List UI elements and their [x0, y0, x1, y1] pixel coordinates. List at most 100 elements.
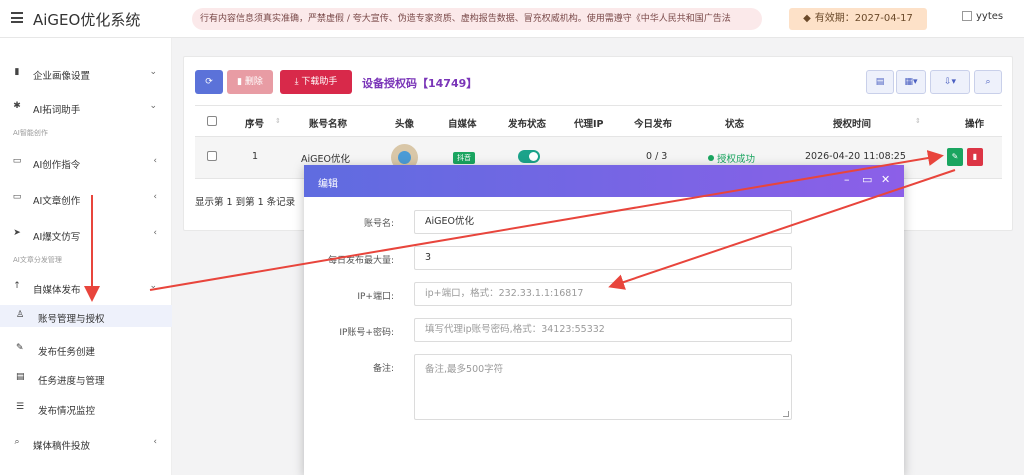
- credentials-field[interactable]: 填写代理ip账号密码,格式：34123:55332: [414, 318, 792, 342]
- column-header[interactable]: 授权时间: [833, 116, 871, 130]
- edit-button[interactable]: ✎: [947, 148, 963, 166]
- column-header[interactable]: 序号: [245, 116, 264, 130]
- modal-header: 编辑 – ▭ ✕: [304, 165, 904, 197]
- export-icon: ⇩▾: [943, 77, 957, 87]
- ip-port-label: IP+端口:: [357, 292, 394, 302]
- page-title: 设备授权码【14749】: [362, 77, 478, 90]
- avatar: [962, 11, 972, 21]
- sidebar-child-task-progress[interactable]: ▤ 任务进度与管理: [0, 367, 172, 389]
- sort-icon: ⇕: [915, 117, 921, 125]
- document-icon: ▤: [875, 77, 885, 87]
- sidebar-item-article[interactable]: ▭ AI文章创作 ‹: [0, 189, 172, 209]
- arrow-up-icon: ↑: [13, 281, 21, 291]
- today-publish: 0 / 3: [646, 151, 668, 162]
- refresh-icon: ⟳: [205, 77, 213, 87]
- sidebar-item-rewrite[interactable]: ➤ AI爆文仿写 ‹: [0, 225, 172, 245]
- chevron-down-icon: ⌄: [149, 101, 157, 111]
- ip-port-field[interactable]: ip+端口，格式：232.33.1.1:16817: [414, 282, 792, 306]
- columns-toggle-button[interactable]: ▤: [866, 70, 894, 94]
- auth-time: 2026-04-20 11:08:25: [805, 151, 906, 162]
- modal-title: 编辑: [318, 179, 338, 190]
- sidebar-item-media-publish[interactable]: ↑ 自媒体发布 ⌄: [0, 278, 172, 298]
- chevron-left-icon: ‹: [153, 156, 157, 166]
- close-icon[interactable]: ✕: [881, 173, 890, 186]
- shield-icon: ◆: [803, 13, 811, 24]
- refresh-button[interactable]: ⟳: [195, 70, 223, 94]
- grid-icon: ▦▾: [904, 77, 918, 87]
- column-header: 自媒体: [448, 119, 477, 130]
- credentials-label: IP账号+密码:: [339, 328, 394, 338]
- delete-button[interactable]: ▮ 删除: [227, 70, 273, 94]
- row-delete-button[interactable]: ▮: [967, 148, 983, 166]
- account-name: AiGEO优化: [301, 154, 350, 165]
- top-bar: AiGEO优化系统 行有内容信息须真实准确，严禁虚假 / 夸大宣传、伪造专家资质…: [0, 0, 1024, 38]
- delete-label: 删除: [244, 77, 263, 87]
- max-publish-field[interactable]: 3: [414, 246, 792, 270]
- pagination-info: 显示第 1 到第 1 条记录: [195, 197, 296, 208]
- sidebar-item-label: 自媒体发布: [33, 285, 81, 296]
- edit-modal: 编辑 – ▭ ✕ 账号名: AiGEO优化 每日发布最大量: 3 IP+端口: …: [304, 165, 904, 475]
- folder-open-icon: ▭: [12, 156, 22, 166]
- search-icon: ⌕: [985, 77, 991, 87]
- search-button[interactable]: ⌕: [974, 70, 1002, 94]
- column-header: 代理IP: [574, 119, 604, 130]
- sidebar: ▮ 企业画像设置 ⌄ ✱ AI拓词助手 ⌄ AI智能创作 ▭ AI创作指令 ‹ …: [0, 38, 172, 475]
- sidebar-section-label: AI智能创作: [13, 129, 48, 137]
- note-label: 备注:: [372, 364, 394, 374]
- column-header: 状态: [725, 119, 745, 130]
- grid-view-button[interactable]: ▦▾: [896, 70, 926, 94]
- column-header: 操作: [965, 119, 985, 130]
- trash-icon: ▮: [237, 77, 245, 87]
- column-header: 今日发布: [634, 119, 673, 130]
- sidebar-item-prompt[interactable]: ▭ AI创作指令 ‹: [0, 153, 172, 173]
- user-menu[interactable]: yytes: [962, 11, 1003, 22]
- edit-icon: ✎: [16, 343, 24, 353]
- user-name: yytes: [976, 11, 1004, 22]
- search-icon: ⌕: [14, 437, 20, 447]
- table-header: 序号 ⇕ 账号名称 头像 自媒体 发布状态 代理IP 今日发布 状态 授权时间 …: [195, 105, 1002, 137]
- folder-open-icon: ▭: [12, 192, 22, 202]
- gear-icon: ✱: [13, 101, 21, 111]
- account-field[interactable]: AiGEO优化: [414, 210, 792, 234]
- pencil-icon: ✎: [951, 152, 959, 161]
- sidebar-child-monitor[interactable]: ☰ 发布情况监控: [0, 397, 172, 419]
- column-header: 头像: [395, 119, 415, 130]
- status-badge: 授权成功: [708, 151, 755, 165]
- sidebar-item-label: 发布任务创建: [38, 347, 96, 358]
- sidebar-item-profile[interactable]: ▮ 企业画像设置 ⌄: [0, 64, 172, 84]
- notice-banner: 行有内容信息须真实准确，严禁虚假 / 夸大宣传、伪造专家资质、虚构报告数据、冒充…: [192, 8, 762, 30]
- publish-toggle[interactable]: [518, 150, 540, 163]
- column-header: 发布状态: [508, 119, 547, 130]
- sidebar-item-label: AI创作指令: [33, 160, 81, 171]
- sidebar-child-account-auth[interactable]: ♙ 账号管理与授权: [0, 305, 172, 327]
- row-checkbox[interactable]: [207, 151, 217, 161]
- status-text: 授权成功: [717, 154, 756, 165]
- maximize-icon[interactable]: ▭: [862, 173, 872, 186]
- list-icon: ☰: [16, 402, 25, 412]
- book-icon: ▮: [14, 67, 20, 77]
- sidebar-item-label: AI文章创作: [33, 196, 81, 207]
- download-helper-button[interactable]: ⤓ 下载助手: [280, 70, 352, 94]
- progress-icon: ▤: [16, 372, 25, 382]
- platform-tag: 抖音: [453, 152, 475, 164]
- chevron-down-icon: ⌄: [149, 67, 157, 77]
- menu-icon[interactable]: [11, 12, 23, 23]
- validity-text: 有效期：2027-04-17: [814, 13, 913, 24]
- minimize-icon[interactable]: –: [844, 173, 850, 186]
- sidebar-item-label: 媒体稿件投放: [33, 441, 91, 452]
- export-button[interactable]: ⇩▾: [930, 70, 970, 94]
- sidebar-item-label: AI拓词助手: [33, 105, 81, 116]
- sort-icon: ⇕: [275, 117, 281, 125]
- rocket-icon: ➤: [13, 228, 21, 238]
- sidebar-item-label: AI爆文仿写: [33, 232, 81, 243]
- sidebar-item-keyword[interactable]: ✱ AI拓词助手 ⌄: [0, 98, 172, 118]
- user-icon: ♙: [16, 310, 25, 320]
- sidebar-section-label: AI文章分发管理: [13, 256, 62, 264]
- chevron-left-icon: ‹: [153, 437, 157, 447]
- sidebar-item-media-placement[interactable]: ⌕ 媒体稿件投放 ‹: [0, 434, 172, 454]
- note-textarea[interactable]: 备注,最多500字符: [414, 354, 792, 420]
- resize-handle[interactable]: [783, 411, 789, 417]
- sidebar-child-task-create[interactable]: ✎ 发布任务创建: [0, 338, 172, 360]
- select-all-checkbox[interactable]: [207, 116, 217, 126]
- chevron-left-icon: ‹: [153, 228, 157, 238]
